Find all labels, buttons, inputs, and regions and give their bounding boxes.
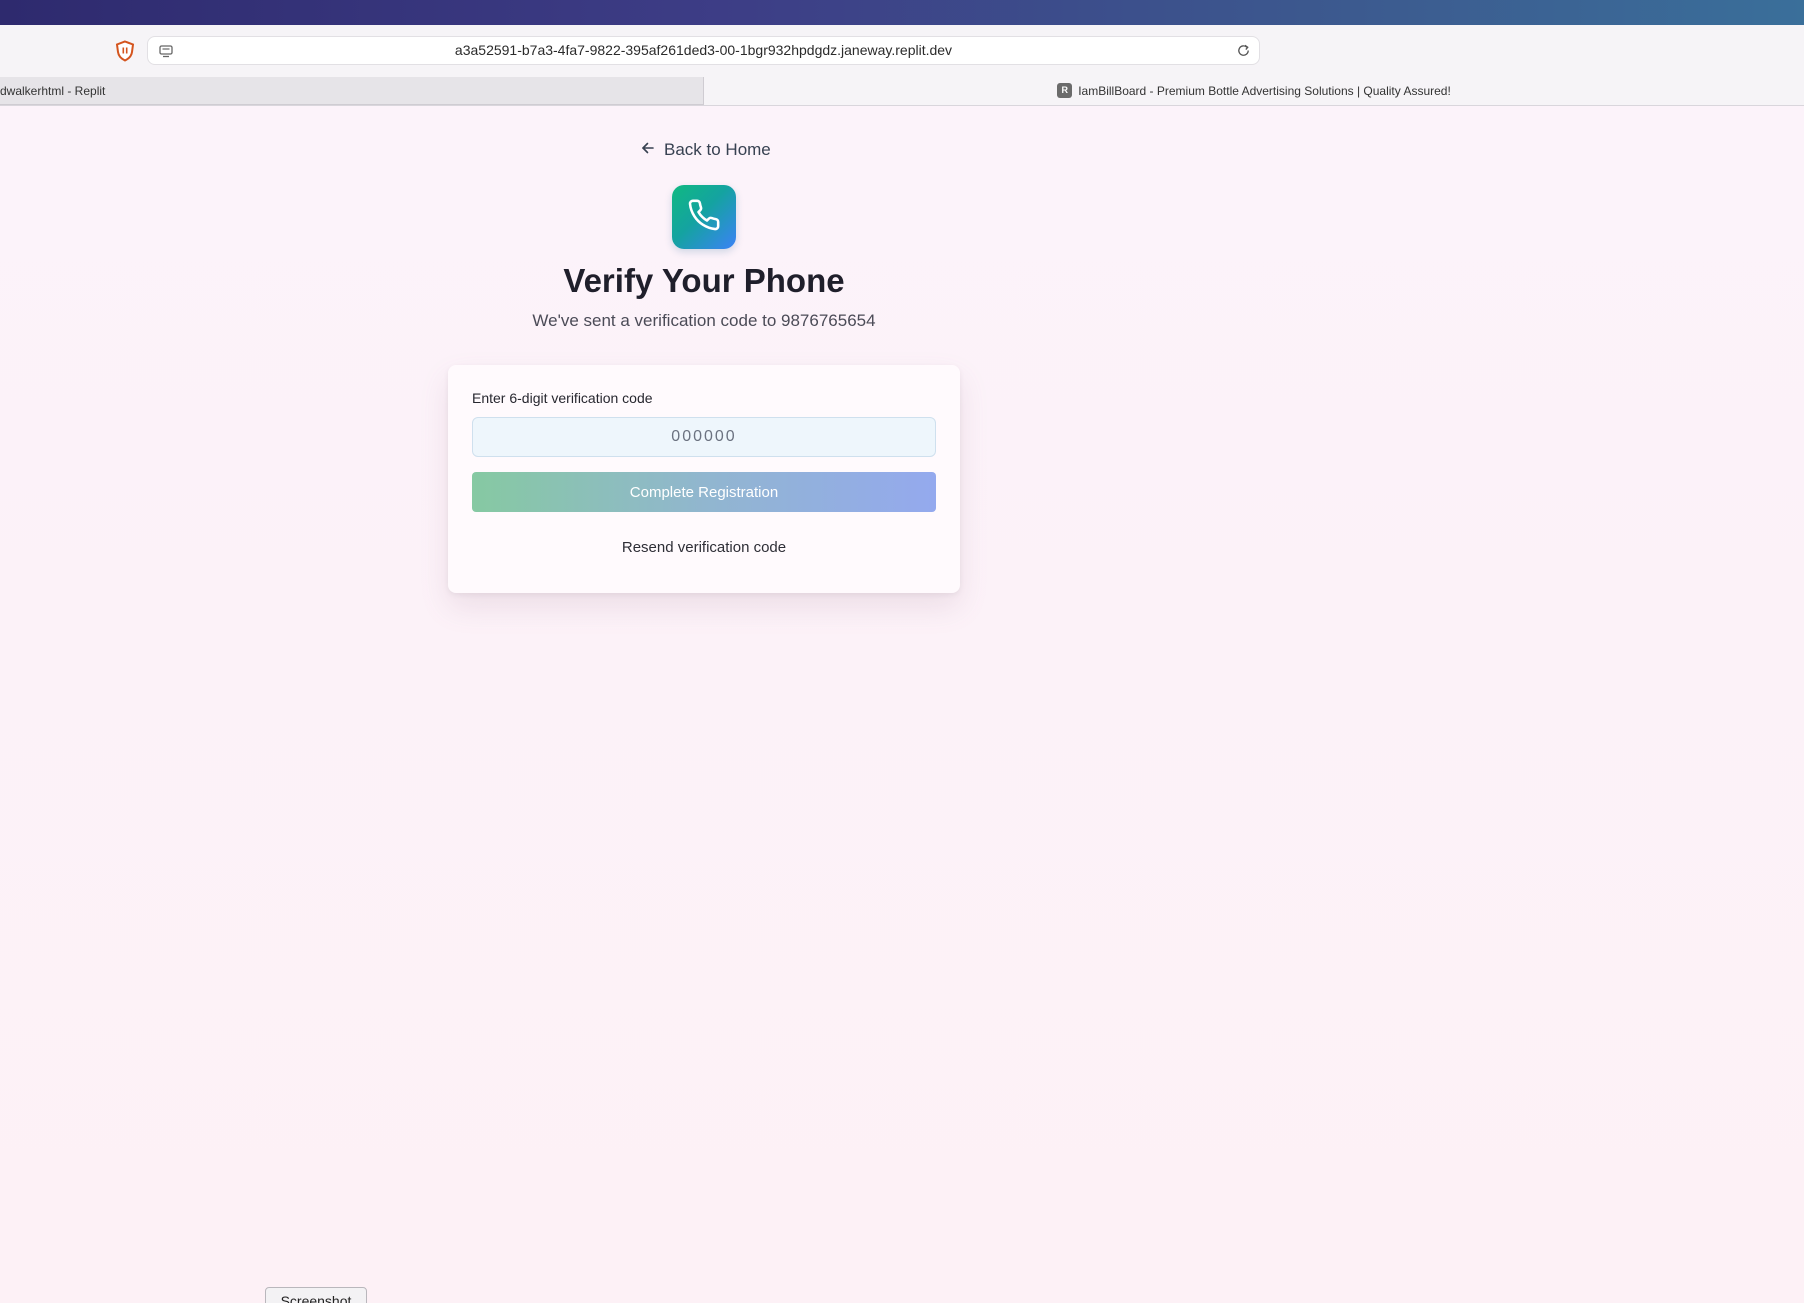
tab-iambillboard[interactable]: R IamBillBoard - Premium Bottle Advertisi… [704,77,1804,105]
favicon-icon: R [1057,83,1073,99]
page-title: Verify Your Phone [563,262,845,299]
tab-label: dwalkerhtml - Replit [0,84,106,98]
shield-icon[interactable] [113,39,137,63]
browser-toolbar: a3a52591-b7a3-4fa7-9822-395af261ded3-00-… [0,25,1804,77]
url-text[interactable]: a3a52591-b7a3-4fa7-9822-395af261ded3-00-… [148,37,1259,64]
tab-label: IamBillBoard - Premium Bottle Advertisin… [1078,84,1451,98]
code-field-label: Enter 6-digit verification code [472,390,653,406]
verification-code-input[interactable] [472,417,936,457]
address-bar[interactable]: a3a52591-b7a3-4fa7-9822-395af261ded3-00-… [147,36,1260,65]
screenshot-button[interactable]: Screenshot [265,1287,367,1303]
back-link-label: Back to Home [664,140,771,159]
phone-icon [687,198,721,237]
complete-registration-button[interactable]: Complete Registration [472,472,936,512]
resend-code-link[interactable]: Resend verification code [448,539,960,556]
arrow-left-icon [640,140,656,161]
page-subtitle: We've sent a verification code to 987676… [532,311,876,330]
back-to-home-link[interactable]: Back to Home [640,138,771,162]
phone-badge [672,185,736,249]
page-content: Back to Home Verify Your Phone We've sen… [0,106,1804,1303]
tab-replit[interactable]: dwalkerhtml - Replit [0,77,704,105]
reload-icon[interactable] [1236,43,1251,58]
verification-card: Enter 6-digit verification code Complete… [448,365,960,593]
tab-bar: dwalkerhtml - Replit R IamBillBoard - Pre… [0,77,1804,106]
window-top-strip [0,0,1804,25]
